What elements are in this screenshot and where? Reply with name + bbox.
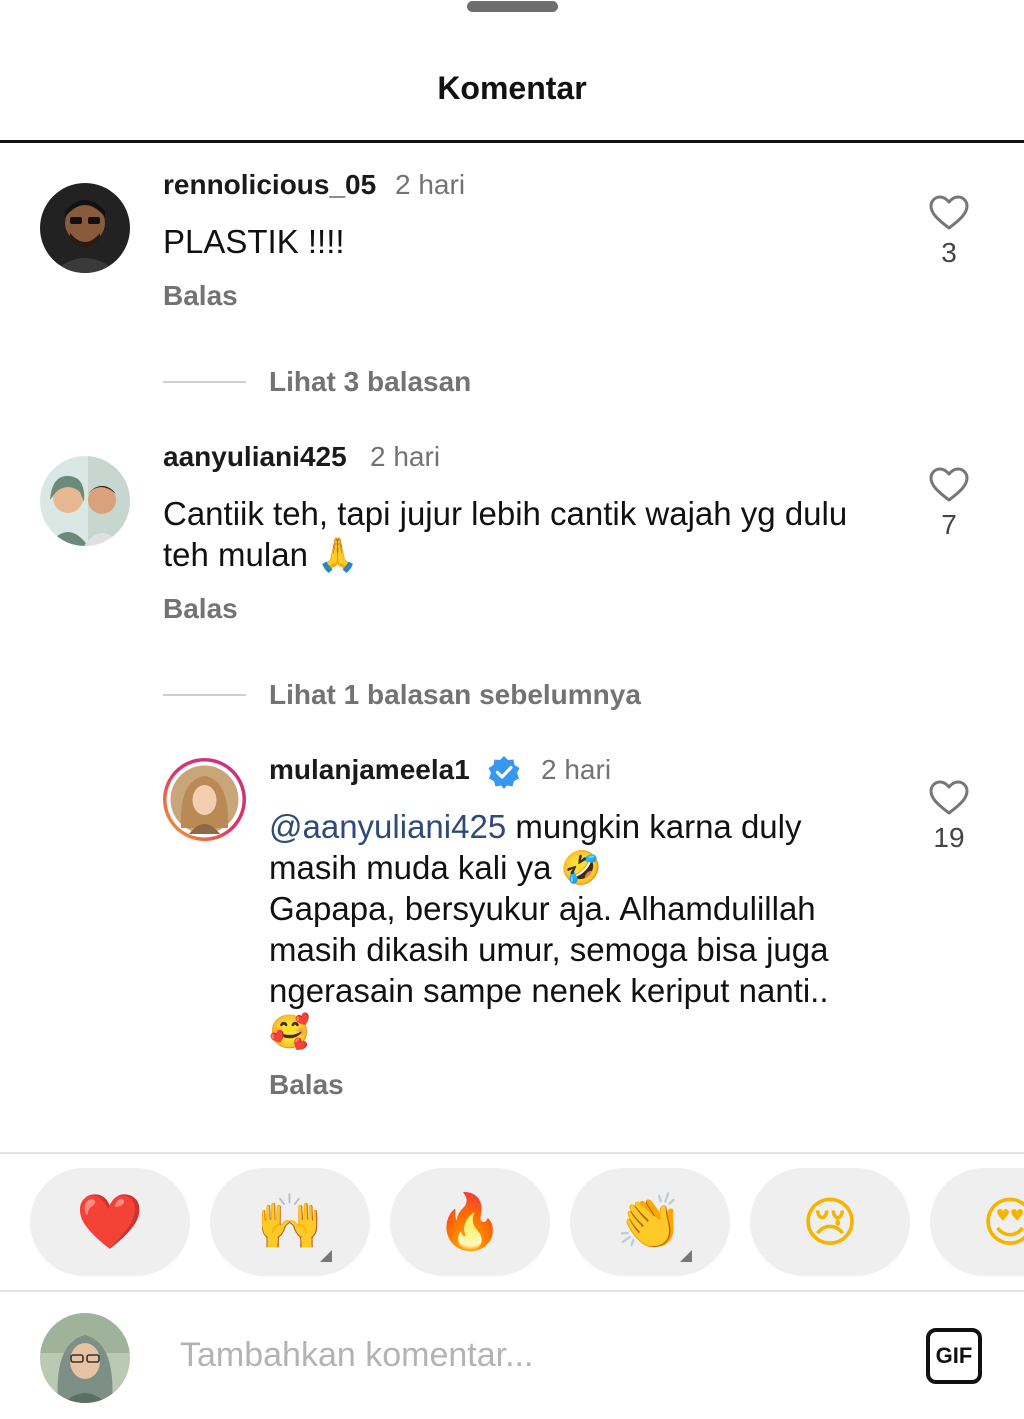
reaction-crying-button[interactable]: 😢 — [750, 1168, 910, 1276]
raising-hands-emoji: 🙌 — [256, 1190, 324, 1253]
comment-time: 2 hari — [395, 169, 466, 200]
heart-icon — [929, 780, 969, 815]
smiling-hearts-emoji: 🥰 — [269, 1012, 311, 1051]
replies-line — [163, 381, 246, 383]
more-skin-tones-icon — [320, 1250, 332, 1262]
reaction-heart-button[interactable]: ❤️ — [30, 1168, 190, 1276]
replies-line — [163, 694, 246, 696]
avatar-rennolicious[interactable] — [40, 183, 130, 273]
fire-emoji: 🔥 — [436, 1190, 504, 1253]
comment-text-line: teh mulan 🙏 — [163, 534, 903, 575]
like-count: 19 — [933, 822, 965, 853]
like-count: 7 — [941, 509, 957, 540]
header-divider — [0, 140, 1024, 143]
reaction-raising-hands-button[interactable]: 🙌 — [210, 1168, 370, 1276]
avatar-aanyuliani[interactable] — [40, 456, 130, 546]
comment-text: Cantiik teh, tapi jujur lebih cantik waj… — [163, 493, 903, 575]
comment-text: PLASTIK !!!! — [163, 223, 345, 260]
comment-text-line: @aanyuliani425 mungkin karna duly — [269, 806, 899, 847]
comment-text-segment: masih muda kali ya — [269, 849, 552, 886]
comment-text-line: 🥰 — [269, 1011, 899, 1052]
reply-button[interactable]: Balas — [163, 280, 238, 312]
quick-reaction-bar: ❤️ 🙌 🔥 👏 😢 😍 — [0, 1152, 1024, 1292]
heart-icon — [929, 195, 969, 230]
page-title: Komentar — [437, 70, 587, 106]
comment-input[interactable] — [180, 1336, 880, 1375]
comment-composer: GIF — [0, 1294, 1024, 1419]
comment-text-line: ngerasain sampe nenek keriput nanti.. — [269, 972, 829, 1009]
comment-text-segment: mungkin karna duly — [506, 808, 802, 845]
crying-face-emoji: 😢 — [801, 1190, 859, 1254]
comment-username[interactable]: rennolicious_05 — [163, 169, 376, 201]
verified-badge-icon — [487, 755, 521, 794]
mention-link[interactable]: @aanyuliani425 — [269, 808, 506, 845]
avatar-mulanjameela1[interactable] — [163, 758, 246, 841]
folded-hands-emoji: 🙏 — [317, 535, 359, 574]
more-skin-tones-icon — [680, 1250, 692, 1262]
comment-text-segment: teh mulan — [163, 536, 308, 573]
comment-username[interactable]: aanyuliani425 — [163, 441, 347, 473]
comment-text-line: masih muda kali ya 🤣 — [269, 847, 899, 888]
view-replies[interactable]: Lihat 3 balasan — [163, 362, 471, 402]
reply-button[interactable]: Balas — [269, 1069, 344, 1101]
heart-eyes-emoji: 😍 — [982, 1191, 1024, 1254]
sheet-drag-handle[interactable] — [467, 1, 558, 12]
reaction-clapping-button[interactable]: 👏 — [570, 1168, 730, 1276]
reply-button[interactable]: Balas — [163, 593, 238, 625]
heart-emoji: ❤️ — [76, 1190, 144, 1253]
view-replies-label: Lihat 3 balasan — [269, 366, 472, 397]
like-button[interactable]: 7 — [919, 467, 979, 541]
like-count: 3 — [941, 237, 957, 268]
gif-button[interactable]: GIF — [926, 1328, 982, 1384]
comment-text-line: Gapapa, bersyukur aja. Alhamdulillah — [269, 890, 816, 927]
view-replies-label: Lihat 1 balasan sebelumnya — [269, 679, 641, 710]
comment-username[interactable]: mulanjameela1 — [269, 754, 470, 786]
clapping-hands-emoji: 👏 — [616, 1190, 684, 1253]
like-button[interactable]: 3 — [919, 195, 979, 269]
reaction-heart-eyes-button[interactable]: 😍 — [930, 1168, 1024, 1276]
like-button[interactable]: 19 — [919, 780, 979, 854]
laughing-emoji: 🤣 — [560, 848, 602, 887]
heart-icon — [929, 467, 969, 502]
comment-time: 2 hari — [370, 441, 441, 472]
comment-text: @aanyuliani425 mungkin karna duly masih … — [269, 806, 899, 1052]
comment-text-line: masih dikasih umur, semoga bisa juga — [269, 931, 829, 968]
reaction-fire-button[interactable]: 🔥 — [390, 1168, 550, 1276]
current-user-avatar — [40, 1313, 130, 1403]
comment-text-line: Cantiik teh, tapi jujur lebih cantik waj… — [163, 495, 848, 532]
view-previous-replies[interactable]: Lihat 1 balasan sebelumnya — [163, 675, 641, 715]
comment-time: 2 hari — [541, 754, 612, 785]
